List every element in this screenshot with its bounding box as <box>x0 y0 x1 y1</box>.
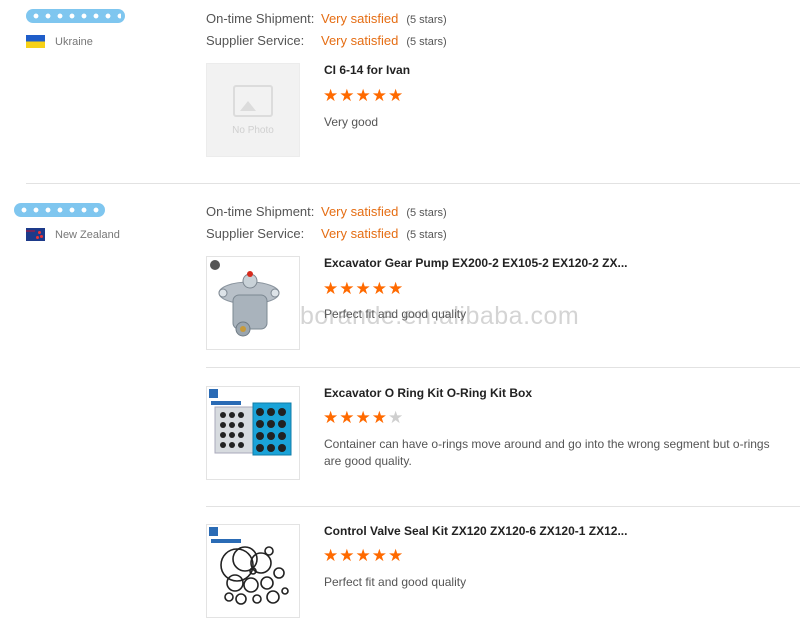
review-comment: Perfect fit and good quality <box>324 307 467 321</box>
service-value: Very satisfied <box>321 33 399 48</box>
gear-pump-image <box>210 260 280 337</box>
star-icon: ★ <box>371 279 388 298</box>
shipment-label: On-time Shipment: <box>206 204 315 219</box>
star-icon: ★ <box>323 279 340 298</box>
shipment-value: Very satisfied <box>321 204 399 219</box>
country-label: New Zealand <box>55 228 120 241</box>
reviewer-country: New Zealand <box>26 228 120 241</box>
product-thumbnail[interactable] <box>206 524 300 618</box>
star-icon: ★ <box>355 86 372 105</box>
star-icon: ★ <box>339 86 356 105</box>
product-rating-stars: ★★★★★ <box>323 279 404 299</box>
oring-kit-box-image <box>209 389 292 456</box>
seal-kit-image <box>209 527 289 605</box>
ukraine-flag-icon <box>26 35 45 48</box>
photo-placeholder-icon <box>233 84 273 117</box>
star-icon: ★ <box>339 279 356 298</box>
shipment-stars: (5 stars) <box>406 14 447 26</box>
star-icon: ★ <box>355 279 372 298</box>
star-icon: ★ <box>355 546 372 565</box>
star-icon: ★ <box>339 546 356 565</box>
product-thumbnail[interactable]: No Photo <box>206 63 300 157</box>
star-icon: ★ <box>339 408 356 427</box>
service-rating: Supplier Service: Very satisfied (5 star… <box>206 33 447 48</box>
new-zealand-flag-icon <box>26 228 45 241</box>
product-title-link[interactable]: Excavator Gear Pump EX200-2 EX105-2 EX12… <box>324 256 628 270</box>
shipment-value: Very satisfied <box>321 11 399 26</box>
country-label: Ukraine <box>55 35 93 48</box>
star-icon: ★ <box>388 279 405 298</box>
star-icon: ★ <box>388 86 405 105</box>
service-label: Supplier Service: <box>206 226 305 241</box>
star-icon: ★ <box>323 86 340 105</box>
service-label: Supplier Service: <box>206 33 305 48</box>
shipment-rating: On-time Shipment: Very satisfied (5 star… <box>206 11 447 26</box>
service-value: Very satisfied <box>321 226 399 241</box>
shipment-stars: (5 stars) <box>406 207 447 219</box>
service-stars: (5 stars) <box>406 36 447 48</box>
item-divider <box>206 367 800 368</box>
star-icon: ★ <box>371 408 388 427</box>
no-photo-text: No Photo <box>232 124 274 136</box>
service-stars: (5 stars) <box>406 229 447 241</box>
reviewer-name-masked <box>26 9 125 23</box>
item-divider <box>206 506 800 507</box>
product-thumbnail[interactable] <box>206 256 300 350</box>
product-thumbnail[interactable] <box>206 386 300 480</box>
star-icon: ★ <box>323 546 340 565</box>
product-rating-stars: ★★★★★ <box>323 86 404 106</box>
product-rating-stars: ★★★★★ <box>323 546 404 566</box>
reviewer-country: Ukraine <box>26 35 93 48</box>
product-rating-stars: ★★★★★ <box>323 408 404 428</box>
star-icon: ★ <box>371 546 388 565</box>
star-icon: ★ <box>388 408 405 427</box>
product-title-link[interactable]: CI 6-14 for Ivan <box>324 63 410 77</box>
review-divider <box>26 183 800 184</box>
product-title-link[interactable]: Control Valve Seal Kit ZX120 ZX120-6 ZX1… <box>324 524 627 538</box>
service-rating: Supplier Service: Very satisfied (5 star… <box>206 226 447 241</box>
review-comment: Very good <box>324 115 379 129</box>
star-icon: ★ <box>355 408 372 427</box>
product-title-link[interactable]: Excavator O Ring Kit O-Ring Kit Box <box>324 386 532 400</box>
review-comment: Container can have o-rings move around a… <box>324 437 770 468</box>
review-comment: Perfect fit and good quality <box>324 575 467 589</box>
shipment-rating: On-time Shipment: Very satisfied (5 star… <box>206 204 447 219</box>
shipment-label: On-time Shipment: <box>206 11 315 26</box>
reviewer-name-masked <box>14 203 105 217</box>
star-icon: ★ <box>388 546 405 565</box>
star-icon: ★ <box>371 86 388 105</box>
star-icon: ★ <box>323 408 340 427</box>
